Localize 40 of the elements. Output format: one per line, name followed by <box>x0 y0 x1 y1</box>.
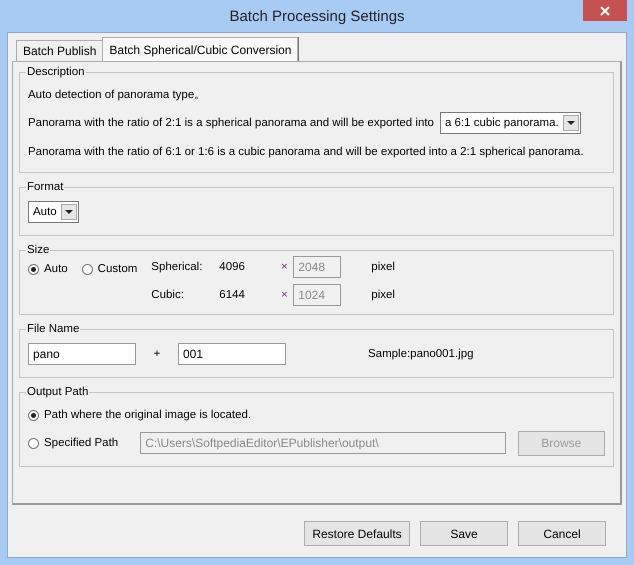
radio-button[interactable] <box>28 264 39 274</box>
close-button[interactable] <box>583 0 627 21</box>
dropdown-arrow-icon[interactable] <box>64 210 73 214</box>
times-sign: × <box>280 289 289 301</box>
sample-text: Sample:pano001.jpg <box>368 348 474 360</box>
group-title: Size <box>26 244 50 256</box>
name-number-input[interactable]: 001 <box>178 343 286 365</box>
radio-label[interactable]: Path where the original image is located. <box>44 409 252 421</box>
group-title: Description <box>26 66 86 78</box>
description-text: Panorama with the ratio of 2:1 is a spherical panorama and will be exported into <box>28 117 434 129</box>
window-title: Batch Processing Settings <box>229 8 405 24</box>
tab[interactable]: Batch Spherical/Cubic Conversion <box>102 37 298 61</box>
radio-label[interactable]: Custom <box>98 263 138 275</box>
format-dropdown[interactable]: Auto <box>28 201 79 223</box>
dropdown-arrow-icon[interactable] <box>566 121 575 125</box>
radio-label[interactable]: Auto <box>44 263 68 275</box>
dialog-button[interactable]: Save <box>420 521 508 546</box>
unit-label: pixel <box>370 261 396 273</box>
radio-label[interactable]: Specified Path <box>44 437 118 449</box>
dialog-button[interactable]: Cancel <box>518 521 606 546</box>
group-title: Format <box>26 181 64 193</box>
radio-button[interactable] <box>82 264 93 274</box>
times-sign: × <box>280 261 289 273</box>
size-label: Spherical: <box>151 261 204 273</box>
size-value: 4096 <box>219 261 246 273</box>
plus-sign: + <box>152 348 162 360</box>
size-label: Cubic: <box>151 289 185 301</box>
export-type-dropdown[interactable]: a 6:1 cubic panorama. <box>440 112 581 134</box>
radio-button[interactable] <box>28 438 39 448</box>
close-icon[interactable] <box>600 6 610 16</box>
radio-button[interactable] <box>28 410 39 420</box>
description-text: Auto detection of panorama type。 <box>28 88 206 102</box>
group-title: File Name <box>26 323 80 335</box>
name-prefix-input[interactable]: pano <box>28 343 136 365</box>
dialog-button[interactable]: Restore Defaults <box>304 521 410 546</box>
description-text: Panorama with the ratio of 6:1 or 1:6 is a cubic panorama and will be exported into a 2:1 spherical panorama. <box>28 146 584 158</box>
unit-label: pixel <box>370 289 396 301</box>
tab[interactable]: Batch Publish <box>16 40 104 61</box>
size-value: 6144 <box>219 289 246 301</box>
group-title: Output Path <box>26 386 90 398</box>
